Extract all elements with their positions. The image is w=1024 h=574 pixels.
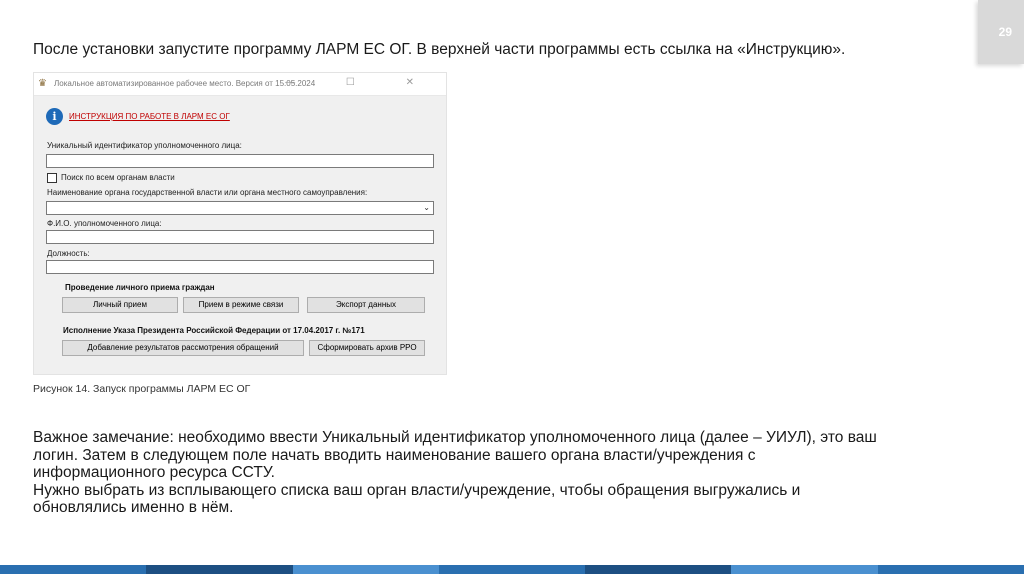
export-data-button[interactable]: Экспорт данных	[307, 297, 425, 313]
app-screenshot: ♛ Локальное автоматизированное рабочее м…	[33, 72, 447, 375]
live-reception-button[interactable]: Прием в режиме связи	[183, 297, 299, 313]
intro-text: После установки запустите программу ЛАРМ…	[33, 41, 846, 58]
bar-segment	[292, 565, 439, 574]
page-number: 29	[998, 25, 1012, 39]
instruction-link[interactable]: ИНСТРУКЦИЯ ПО РАБОТЕ В ЛАРМ ЕС ОГ	[69, 112, 230, 121]
personal-reception-button[interactable]: Личный прием	[62, 297, 178, 313]
bar-segment	[731, 565, 878, 574]
org-label: Наименование органа государственной влас…	[47, 188, 368, 197]
bar-segment	[585, 565, 732, 574]
position-label: Должность:	[47, 249, 90, 258]
chevron-down-icon[interactable]: ⌄	[423, 203, 430, 212]
note-line: Важное замечание: необходимо ввести Уник…	[33, 429, 877, 446]
add-results-button[interactable]: Добавление результатов рассмотрения обра…	[62, 340, 304, 356]
bar-segment	[146, 565, 293, 574]
info-icon: i	[46, 108, 63, 125]
org-select[interactable]: ⌄	[46, 201, 434, 215]
bottom-decorative-bar	[0, 565, 1024, 574]
note-line: Нужно выбрать из всплывающего списка ваш…	[33, 481, 801, 499]
page-corner-tab: 29	[978, 0, 1024, 64]
note-line: информационного ресурса ССТУ.	[33, 464, 275, 481]
position-input[interactable]	[46, 260, 434, 274]
bar-segment	[438, 565, 586, 574]
search-all-checkbox[interactable]	[47, 173, 57, 183]
fio-label: Ф.И.О. уполномоченного лица:	[47, 219, 162, 228]
crest-icon: ♛	[38, 78, 47, 89]
window-controls[interactable]: — ☐ ✕	[285, 77, 438, 88]
note-line: логин. Затем в следующем поле начать вво…	[33, 446, 756, 464]
reception-title: Проведение личного приема граждан	[65, 283, 215, 292]
uiul-label: Уникальный идентификатор уполномоченного…	[47, 141, 242, 150]
figure-caption: Рисунок 14. Запуск программы ЛАРМ ЕС ОГ	[33, 383, 251, 395]
window-titlebar: ♛ Локальное автоматизированное рабочее м…	[34, 73, 446, 96]
bar-segment	[877, 565, 1024, 574]
fio-input[interactable]	[46, 230, 434, 244]
uiul-input[interactable]	[46, 154, 434, 168]
bar-segment	[0, 565, 147, 574]
decree-title: Исполнение Указа Президента Российской Ф…	[63, 326, 365, 335]
important-note: Важное замечание: необходимо ввести Уник…	[33, 429, 983, 517]
window-title: Локальное автоматизированное рабочее мес…	[54, 79, 316, 88]
search-all-label: Поиск по всем органам власти	[61, 173, 175, 182]
archive-button[interactable]: Сформировать архив РРО	[309, 340, 425, 356]
note-line: обновлялись именно в нём.	[33, 499, 234, 516]
